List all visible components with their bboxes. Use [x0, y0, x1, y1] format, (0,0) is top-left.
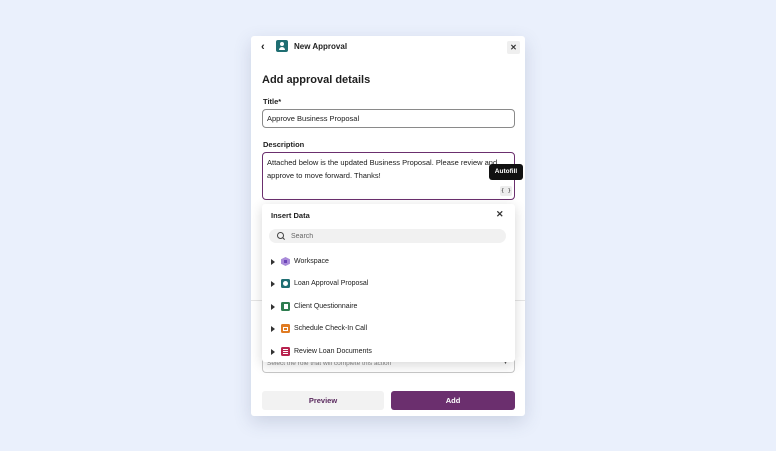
workspace-icon — [281, 257, 290, 266]
title-label: Title* — [263, 97, 282, 106]
caret-right-icon[interactable] — [271, 349, 275, 355]
approval-icon — [281, 279, 290, 288]
caret-right-icon[interactable] — [271, 326, 275, 332]
back-arrow-icon[interactable]: ‹ — [261, 40, 273, 54]
description-textarea[interactable]: Attached below is the updated Business P… — [262, 152, 515, 200]
add-button[interactable]: Add — [391, 391, 515, 410]
modal-header: ‹ New Approval ✕ — [251, 36, 525, 59]
tree-item-client-questionnaire[interactable]: Client Questionnaire — [262, 299, 515, 317]
tree-item-label: Client Questionnaire — [294, 303, 358, 310]
checklist-icon — [281, 347, 290, 356]
preview-button[interactable]: Preview — [262, 391, 384, 410]
search-input[interactable] — [291, 229, 501, 243]
approval-icon — [276, 40, 288, 52]
search-bar — [269, 229, 506, 243]
title-input[interactable] — [262, 109, 515, 128]
calendar-icon — [281, 324, 290, 333]
section-title: Add approval details — [262, 74, 371, 86]
insert-data-panel: Insert Data ✕ Workspace Loan Approval Pr… — [262, 204, 515, 362]
close-icon[interactable]: ✕ — [496, 209, 504, 220]
tree-item-loan-approval-proposal[interactable]: Loan Approval Proposal — [262, 276, 515, 294]
tree-item-label: Workspace — [294, 258, 329, 265]
insert-data-button[interactable]: { } — [500, 186, 512, 196]
description-label: Description — [263, 140, 305, 149]
tree-item-label: Review Loan Documents — [294, 348, 372, 355]
insert-data-title: Insert Data — [271, 211, 310, 220]
caret-right-icon[interactable] — [271, 259, 275, 265]
caret-right-icon[interactable] — [271, 281, 275, 287]
close-icon[interactable]: ✕ — [507, 41, 520, 54]
tree-item-label: Loan Approval Proposal — [294, 280, 369, 287]
modal-title: New Approval — [294, 42, 348, 51]
tree-item-schedule-check-in-call[interactable]: Schedule Check-In Call — [262, 321, 515, 339]
tree-item-review-loan-documents[interactable]: Review Loan Documents — [262, 344, 515, 362]
tree-item-workspace[interactable]: Workspace — [262, 254, 515, 272]
caret-right-icon[interactable] — [271, 304, 275, 310]
tree-item-label: Schedule Check-In Call — [294, 325, 368, 332]
autofill-tooltip: Autofill — [489, 164, 523, 180]
form-icon — [281, 302, 290, 311]
search-icon — [277, 232, 285, 240]
